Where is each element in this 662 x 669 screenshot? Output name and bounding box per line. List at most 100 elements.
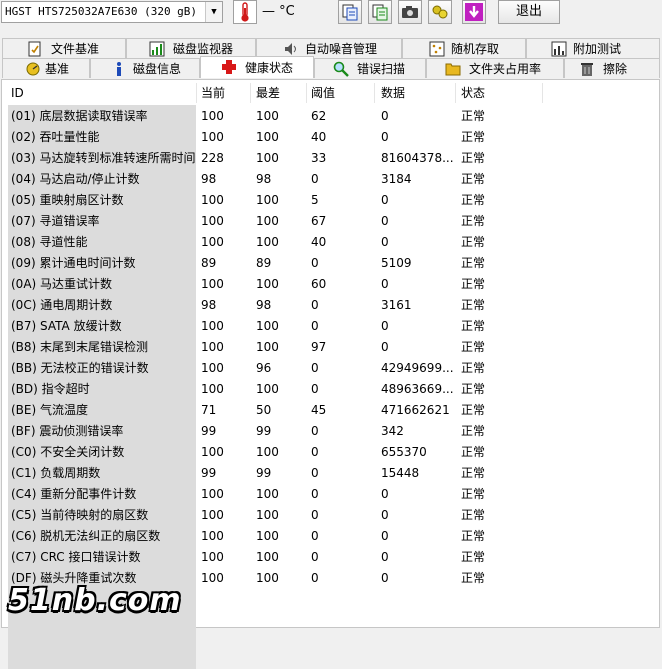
cell-data: 0 [381,487,389,501]
table-row[interactable]: (C5) 当前待映射的扇区数 100 100 0 0 正常 [2,505,661,526]
cell-worst: 100 [256,571,279,585]
table-row[interactable]: (C0) 不安全关闭计数 100 100 0 655370 正常 [2,442,661,463]
header-current[interactable]: 当前 [201,83,225,103]
cell-current: 98 [201,298,217,312]
cell-current: 100 [201,571,224,585]
cell-worst: 100 [256,508,279,522]
cell-threshold: 0 [311,466,319,480]
cell-id: (BB) 无法校正的错误计数 [11,361,149,375]
cell-data: 0 [381,109,389,123]
tab-noise-management[interactable]: 自动噪音管理 [256,38,402,58]
table-row[interactable]: (BB) 无法校正的错误计数 100 96 0 42949699... 正常 [2,358,661,379]
tab-health[interactable]: 健康状态 [200,56,314,78]
health-cross-icon [222,60,236,74]
cell-data: 0 [381,319,389,333]
cell-current: 71 [201,403,217,417]
tab-random-access[interactable]: 随机存取 [402,38,526,58]
cell-status: 正常 [461,445,486,459]
table-row[interactable]: (C6) 脱机无法纠正的扇区数 100 100 0 0 正常 [2,526,661,547]
cell-worst: 100 [256,109,279,123]
cell-id: (0A) 马达重试计数 [11,277,113,291]
cell-worst: 100 [256,235,279,249]
temperature-readout: — °C [262,4,295,19]
cell-id: (04) 马达启动/停止计数 [11,172,140,186]
cell-threshold: 40 [311,130,327,144]
header-divider [196,83,197,103]
tab-folder-usage[interactable]: 文件夹占用率 [426,58,564,78]
table-row[interactable]: (01) 底层数据读取错误率 100 100 62 0 正常 [2,106,661,127]
table-row[interactable]: (05) 重映射扇区计数 100 100 5 0 正常 [2,190,661,211]
table-row[interactable]: (B7) SATA 放缓计数 100 100 0 0 正常 [2,316,661,337]
cell-status: 正常 [461,130,486,144]
cell-threshold: 97 [311,340,327,354]
cell-threshold: 0 [311,571,319,585]
tab-label: 自动噪音管理 [305,42,378,56]
cell-threshold: 5 [311,193,319,207]
cell-current: 100 [201,214,224,228]
save-button[interactable] [462,0,486,24]
table-row[interactable]: (B8) 末尾到末尾错误检测 100 100 97 0 正常 [2,337,661,358]
tab-disk-monitor[interactable]: 磁盘监视器 [126,38,256,58]
drive-select[interactable]: HGST HTS725032A7E630 (320 gB) ▼ [1,1,223,23]
header-threshold[interactable]: 阈值 [311,83,335,103]
tab-label: 磁盘信息 [133,62,182,76]
random-access-icon [429,41,445,57]
table-row[interactable]: (03) 马达旋转到标准转速所需时间 228 100 33 81604378... 正常 [2,148,661,169]
tab-error-scan[interactable]: 错误扫描 [314,58,426,78]
cell-data: 0 [381,214,389,228]
cell-data: 0 [381,130,389,144]
watermark-logo: 51nb.com [8,583,182,618]
cell-current: 100 [201,109,224,123]
header-status[interactable]: 状态 [461,83,485,103]
table-row[interactable]: (C7) CRC 接口错误计数 100 100 0 0 正常 [2,547,661,568]
cell-threshold: 45 [311,403,327,417]
cell-status: 正常 [461,403,486,417]
cell-threshold: 0 [311,319,319,333]
cell-worst: 100 [256,529,279,543]
cell-current: 100 [201,319,224,333]
cell-status: 正常 [461,508,486,522]
speaker-icon [285,43,296,55]
table-row[interactable]: (C1) 负载周期数 99 99 0 15448 正常 [2,463,661,484]
cell-data: 0 [381,340,389,354]
cell-status: 正常 [461,193,486,207]
tab-disk-info[interactable]: 磁盘信息 [90,58,200,78]
table-row[interactable]: (C4) 重新分配事件计数 100 100 0 0 正常 [2,484,661,505]
table-row[interactable]: (BE) 气流温度 71 50 45 471662621 正常 [2,400,661,421]
cell-id: (BF) 震动侦测错误率 [11,424,124,438]
table-row[interactable]: (BF) 震动侦测错误率 99 99 0 342 正常 [2,421,661,442]
file-benchmark-icon [28,41,41,57]
screenshot-button[interactable] [398,0,422,24]
cell-status: 正常 [461,529,486,543]
chevron-down-icon[interactable]: ▼ [205,2,222,22]
table-row[interactable]: (02) 吞吐量性能 100 100 40 0 正常 [2,127,661,148]
header-id[interactable]: ID [11,83,24,103]
refresh-button[interactable] [428,0,452,24]
cell-status: 正常 [461,319,486,333]
table-row[interactable]: (08) 寻道性能 100 100 40 0 正常 [2,232,661,253]
header-data[interactable]: 数据 [381,83,405,103]
cell-id: (02) 吞吐量性能 [11,130,100,144]
exit-button[interactable]: 退出 [498,0,560,24]
tab-benchmark[interactable]: 基准 [2,58,90,78]
tab-file-benchmark[interactable]: 文件基准 [2,38,126,58]
table-row[interactable]: (07) 寻道错误率 100 100 67 0 正常 [2,211,661,232]
monitor-chart-icon [149,41,165,57]
table-row[interactable]: (0C) 通电周期计数 98 98 0 3161 正常 [2,295,661,316]
cell-id: (01) 底层数据读取错误率 [11,109,148,123]
info-icon [117,62,121,76]
cell-current: 89 [201,256,217,270]
tab-label: 健康状态 [245,61,294,75]
tab-extra-tests[interactable]: 附加测试 [526,38,660,58]
tab-erase[interactable]: 擦除 [564,58,660,78]
table-row[interactable]: (BD) 指令超时 100 100 0 48963669... 正常 [2,379,661,400]
cell-threshold: 0 [311,445,319,459]
copy-all-button[interactable] [368,0,392,24]
table-row[interactable]: (0A) 马达重试计数 100 100 60 0 正常 [2,274,661,295]
table-row[interactable]: (04) 马达启动/停止计数 98 98 0 3184 正常 [2,169,661,190]
table-row[interactable]: (09) 累计通电时间计数 89 89 0 5109 正常 [2,253,661,274]
header-worst[interactable]: 最差 [256,83,280,103]
cell-status: 正常 [461,214,486,228]
cell-status: 正常 [461,340,486,354]
copy-button[interactable] [338,0,362,24]
